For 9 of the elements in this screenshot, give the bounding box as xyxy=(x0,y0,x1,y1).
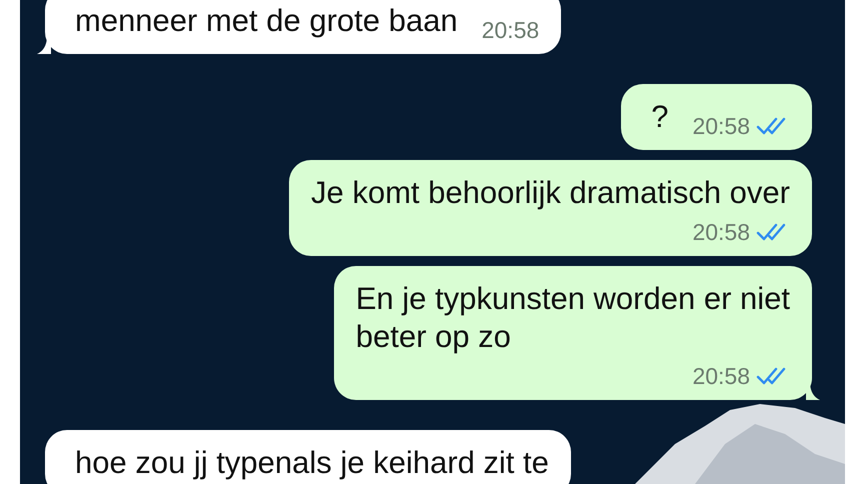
message-text: hoe zou jj typenals je keihard zit te xyxy=(75,444,549,482)
message-text: Je komt behoorlijk dramatisch over xyxy=(311,174,790,212)
message-time: 20:58 xyxy=(692,218,750,246)
message-text: menneer met de grote baan xyxy=(75,2,458,40)
message-text: ? xyxy=(651,98,668,136)
message-time: 20:58 xyxy=(692,362,750,390)
message-time: 20:58 xyxy=(692,112,750,140)
message-time: 20:58 xyxy=(482,16,540,44)
message-text: En je typkunsten worden er niet beter op zo xyxy=(356,280,790,356)
